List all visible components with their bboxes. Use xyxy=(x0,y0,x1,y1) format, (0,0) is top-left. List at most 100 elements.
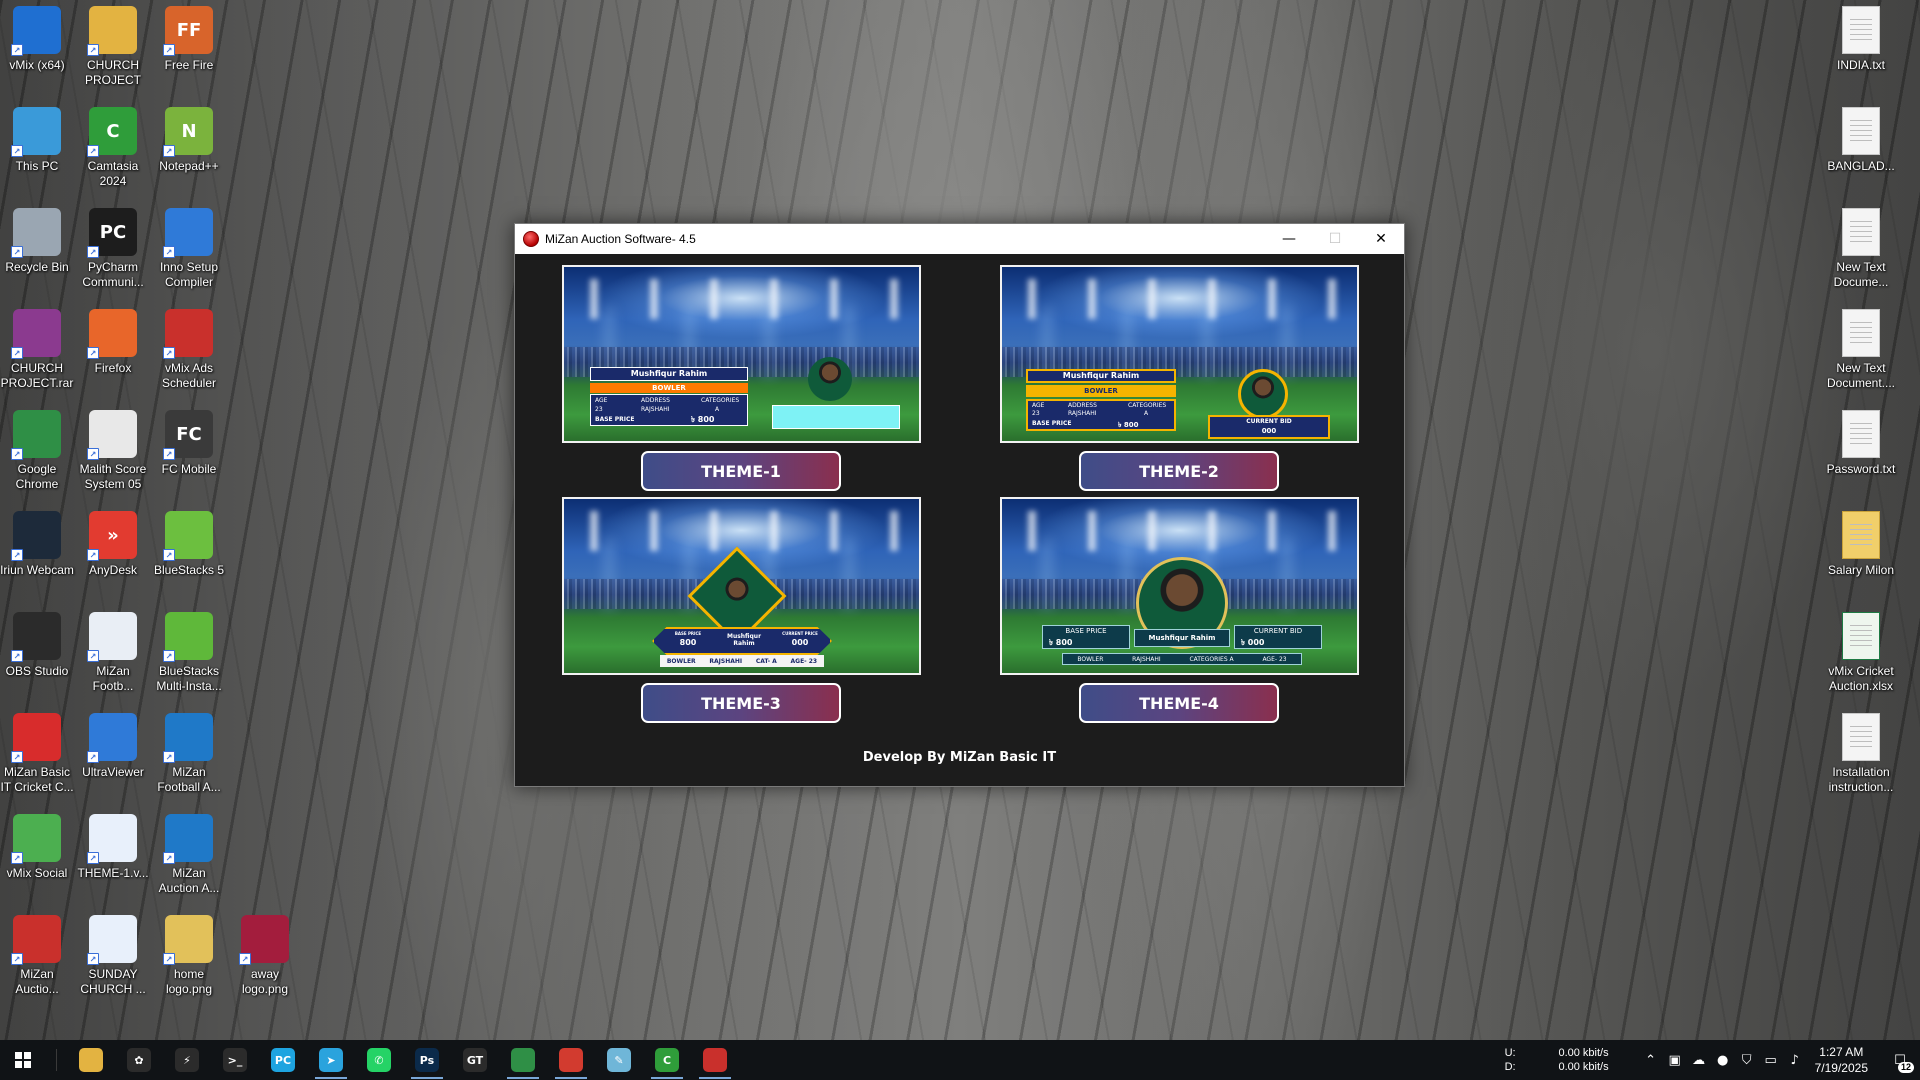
desktop-icon[interactable]: ↗ vMix Social xyxy=(0,808,75,904)
desktop-icon[interactable]: ↗ SUNDAY CHURCH ... xyxy=(75,909,151,1005)
theme-4-preview[interactable]: BASE PRICE ৳ 800 Mushfiqur Rahim CURRENT… xyxy=(1000,497,1359,675)
desktop-icon[interactable]: ↗ Iriun Webcam xyxy=(0,505,75,601)
desktop-icon[interactable]: ↗ vMix Ads Scheduler xyxy=(151,303,227,399)
desktop-icon[interactable]: Salary Milon xyxy=(1823,505,1899,601)
theme-3-preview[interactable]: BASE PRICE 800 Mushfiqur Rahim CURRENT P… xyxy=(562,497,921,675)
bluestacks-icon: ↗ xyxy=(163,511,213,561)
firefox-icon: ↗ xyxy=(87,309,137,359)
taskbar-app-notepad[interactable]: ✎ xyxy=(595,1040,643,1080)
zip-folder-icon xyxy=(1842,511,1880,559)
terminal-icon: >_ xyxy=(223,1048,247,1072)
camtasia-icon: C ↗ xyxy=(87,107,137,157)
desktop-icon[interactable]: ↗ MiZan Footb... xyxy=(75,606,151,702)
desktop-icon[interactable]: » ↗ AnyDesk xyxy=(75,505,151,601)
shortcut-arrow-icon: ↗ xyxy=(163,650,175,662)
camtasia-icon: C xyxy=(655,1048,679,1072)
desktop-icon[interactable]: ↗ vMix (x64) xyxy=(0,0,75,96)
desktop-icon-label: Firefox xyxy=(94,361,132,375)
desktop-icon-label: AnyDesk xyxy=(88,563,138,577)
desktop-icon[interactable]: ↗ BlueStacks 5 xyxy=(151,505,227,601)
desktop-icon[interactable]: ↗ OBS Studio xyxy=(0,606,75,702)
system-tray: U: 0.00 kbit/s D: 0.00 kbit/s ⌃ ▣ ☁ ● ⛉ ▭ … xyxy=(1505,1040,1920,1080)
volume-icon[interactable]: ♪ xyxy=(1783,1053,1807,1068)
desktop-icon[interactable]: ↗ BlueStacks Multi-Insta... xyxy=(151,606,227,702)
gpu-tweak-icon: GT xyxy=(463,1048,487,1072)
chevron-up-icon[interactable]: ⌃ xyxy=(1639,1053,1663,1068)
shortcut-arrow-icon: ↗ xyxy=(87,650,99,662)
notepad-icon: ✎ xyxy=(607,1048,631,1072)
desktop-icon[interactable]: FC ↗ FC Mobile xyxy=(151,404,227,500)
desktop-icon[interactable]: ↗ MiZan Football A... xyxy=(151,707,227,803)
desktop-icon[interactable]: ↗ CHURCH PROJECT.rar xyxy=(0,303,75,399)
theme-2-preview[interactable]: Mushfiqur Rahim BOWLER AGE ADDRESS CATEG… xyxy=(1000,265,1359,443)
desktop-icon[interactable]: ↗ UltraViewer xyxy=(75,707,151,803)
desktop-icon-label: Notepad++ xyxy=(159,159,219,173)
meet-now-icon[interactable]: ▣ xyxy=(1663,1053,1687,1068)
desktop-icon[interactable]: Password.txt xyxy=(1823,404,1899,500)
desktop-icon[interactable]: ↗ Malith Score System 05 xyxy=(75,404,151,500)
window-titlebar[interactable]: MiZan Auction Software- 4.5 — ☐ ✕ xyxy=(515,224,1404,254)
minimize-button[interactable]: — xyxy=(1266,224,1312,254)
network-speed-meter: U: 0.00 kbit/s D: 0.00 kbit/s xyxy=(1504,1047,1609,1073)
taskbar-app-chatgpt[interactable]: ✿ xyxy=(115,1040,163,1080)
desktop-icon[interactable]: N ↗ Notepad++ xyxy=(151,101,227,197)
desktop-icon[interactable]: ↗ MiZan Auction A... xyxy=(151,808,227,904)
shortcut-arrow-icon: ↗ xyxy=(163,44,175,56)
desktop-icon[interactable]: ↗ Firefox xyxy=(75,303,151,399)
desktop-icon[interactable]: ↗ THEME-1.v... xyxy=(75,808,151,904)
network-icon[interactable]: ▭ xyxy=(1759,1053,1783,1068)
chrome-profile-icon xyxy=(559,1048,583,1072)
desktop-icon[interactable]: ↗ Google Chrome xyxy=(0,404,75,500)
desktop-icon[interactable]: ↗ Inno Setup Compiler xyxy=(151,202,227,298)
desktop-icon[interactable]: ↗ Recycle Bin xyxy=(0,202,75,298)
shortcut-arrow-icon: ↗ xyxy=(87,347,99,359)
theme-2-button[interactable]: THEME-2 xyxy=(1079,451,1279,491)
desktop-icon[interactable]: New Text Docume... xyxy=(1823,202,1899,298)
desktop-icon[interactable]: FF ↗ Free Fire xyxy=(151,0,227,96)
taskbar-app-pycharm[interactable]: PC xyxy=(259,1040,307,1080)
taskbar-app-mizan-auction[interactable] xyxy=(691,1040,739,1080)
desktop-icon[interactable]: ↗ away logo.png xyxy=(227,909,303,1005)
start-button[interactable] xyxy=(0,1040,46,1080)
desktop-icon[interactable]: vMix Cricket Auction.xlsx xyxy=(1823,606,1899,702)
shortcut-arrow-icon: ↗ xyxy=(239,953,251,965)
taskbar-app-telegram[interactable]: ➤ xyxy=(307,1040,355,1080)
desktop-icon[interactable]: ↗ MiZan Basic IT Cricket C... xyxy=(0,707,75,803)
desktop-icon[interactable]: INDIA.txt xyxy=(1823,0,1899,96)
notification-center-button[interactable]: ☐ 12 xyxy=(1880,1040,1920,1080)
security-icon[interactable]: ⛉ xyxy=(1735,1053,1759,1068)
taskbar-app-whatsapp[interactable]: ✆ xyxy=(355,1040,403,1080)
desktop-icon[interactable]: BANGLAD... xyxy=(1823,101,1899,197)
theme-3-button[interactable]: THEME-3 xyxy=(641,683,841,723)
taskbar-app-file-explorer[interactable] xyxy=(67,1040,115,1080)
taskbar-app-camtasia[interactable]: C xyxy=(643,1040,691,1080)
microphone-icon[interactable]: ● xyxy=(1711,1053,1735,1068)
desktop-icon-label: CHURCH PROJECT xyxy=(84,58,141,87)
desktop-icon[interactable]: ↗ CHURCH PROJECT xyxy=(75,0,151,96)
taskbar-app-chrome[interactable] xyxy=(499,1040,547,1080)
desktop-icon[interactable]: ↗ MiZan Auctio... xyxy=(0,909,75,1005)
vmix-social-icon: ↗ xyxy=(11,814,61,864)
anydesk-icon: » ↗ xyxy=(87,511,137,561)
developer-credit: Develop By MiZan Basic IT xyxy=(862,750,1057,765)
desktop-icon[interactable]: New Text Document.... xyxy=(1823,303,1899,399)
taskbar-app-photoshop[interactable]: Ps xyxy=(403,1040,451,1080)
theme-4-button[interactable]: THEME-4 xyxy=(1079,683,1279,723)
desktop-icon[interactable]: Installation instruction... xyxy=(1823,707,1899,803)
desktop-icon[interactable]: C ↗ Camtasia 2024 xyxy=(75,101,151,197)
taskbar-app-terminal[interactable]: >_ xyxy=(211,1040,259,1080)
theme-1-preview[interactable]: Mushfiqur Rahim BOWLER AGE ADDRESS CATEG… xyxy=(562,265,921,443)
cloud-icon[interactable]: ☁ xyxy=(1687,1053,1711,1068)
theme-2-player-name: Mushfiqur Rahim xyxy=(1026,369,1176,383)
taskbar-app-chrome-profile[interactable] xyxy=(547,1040,595,1080)
desktop-icon[interactable]: ↗ home logo.png xyxy=(151,909,227,1005)
text-file-icon xyxy=(1842,309,1880,357)
desktop-icon[interactable]: ↗ This PC xyxy=(0,101,75,197)
theme-1-button[interactable]: THEME-1 xyxy=(641,451,841,491)
computer-icon: ↗ xyxy=(11,107,61,157)
taskbar-app-winamp[interactable]: ⚡ xyxy=(163,1040,211,1080)
desktop-icon[interactable]: PC ↗ PyCharm Communi... xyxy=(75,202,151,298)
close-button[interactable]: ✕ xyxy=(1358,224,1404,254)
clock[interactable]: 1:27 AM 7/19/2025 xyxy=(1815,1044,1868,1076)
taskbar-app-gpu-tweak[interactable]: GT xyxy=(451,1040,499,1080)
